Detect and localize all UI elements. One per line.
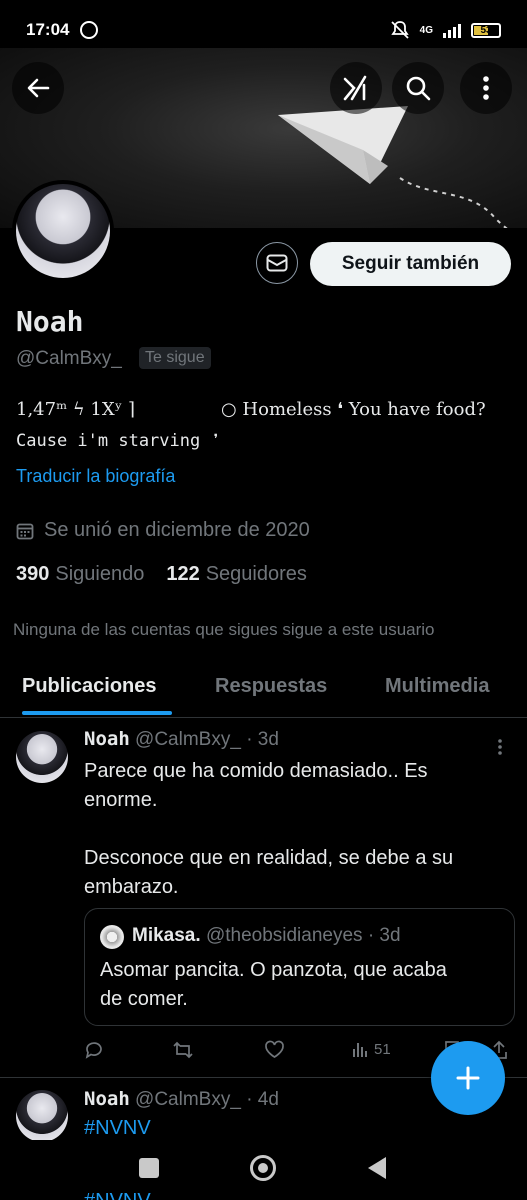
tweet-handle-time: @CalmBxy_ · 3d xyxy=(135,729,279,750)
message-button[interactable] xyxy=(256,242,298,284)
whatsapp-icon xyxy=(80,21,98,39)
repost-button[interactable] xyxy=(172,1040,194,1060)
tab-media[interactable]: Multimedia xyxy=(385,675,489,698)
quoted-text-line: de comer. xyxy=(100,988,188,1010)
following-link[interactable]: 390 Siguiendo xyxy=(16,563,144,586)
status-right: 4G 53 xyxy=(390,20,501,40)
bio-line-1b: ○ Homeless ❛ You have food? xyxy=(221,399,486,420)
profile-name: Noah xyxy=(16,305,84,338)
more-vertical-icon xyxy=(483,76,489,100)
views-count: 51 xyxy=(374,1040,391,1058)
more-vertical-icon xyxy=(498,739,502,755)
quoted-handle-time: @theobsidianeyes · 3d xyxy=(205,925,401,946)
search-button[interactable] xyxy=(392,62,444,114)
following-count: 390 xyxy=(16,563,50,585)
home-circle-icon[interactable] xyxy=(250,1155,276,1181)
translate-bio-link[interactable]: Traducir la biografía xyxy=(16,466,175,487)
arrow-left-icon xyxy=(27,78,50,98)
tweet-header: Noah @CalmBxy_ · 3d xyxy=(84,728,279,751)
peek-hashtag: #NVNV xyxy=(84,1190,151,1200)
more-options-button[interactable] xyxy=(460,62,512,114)
back-triangle-icon[interactable] xyxy=(368,1157,386,1179)
tweet-author-name[interactable]: Noah xyxy=(84,1088,130,1110)
battery-level: 53 xyxy=(480,24,492,36)
plus-icon xyxy=(456,1066,480,1090)
follow-counts: 390 Siguiendo 122 Seguidores xyxy=(16,563,307,586)
join-date: Se unió en diciembre de 2020 xyxy=(16,519,310,542)
network-type: 4G xyxy=(419,24,433,36)
quoted-avatar xyxy=(100,925,124,949)
tweet-hashtag[interactable]: #NVNV xyxy=(84,1114,504,1143)
analytics-icon xyxy=(353,1043,367,1057)
status-time: 17:04 xyxy=(26,20,70,39)
grok-button[interactable] xyxy=(330,62,382,114)
quoted-text: Asomar pancita. O panzota, que acaba de … xyxy=(100,956,500,1014)
reply-button[interactable] xyxy=(84,1040,104,1060)
following-label: Siguiendo xyxy=(55,563,145,585)
calendar-icon xyxy=(16,523,34,539)
profile-avatar[interactable] xyxy=(12,180,114,282)
bio-line-2: Cause i'm starving ❜ xyxy=(16,431,221,451)
quoted-author-name: Mikasa. xyxy=(132,925,201,946)
signal-icon xyxy=(443,22,461,38)
tweet-text-line: enorme. xyxy=(84,789,158,811)
system-nav-bar xyxy=(0,1140,527,1200)
tweet-text-line: Desconoce que en realidad, se debe a su xyxy=(84,847,454,869)
bio-line-1a: 1,47ᵐ ϟ 1Xʸ ⌉ xyxy=(16,399,136,420)
reply-icon xyxy=(85,1042,102,1059)
envelope-icon xyxy=(266,254,288,272)
tweet-author-name[interactable]: Noah xyxy=(84,728,130,750)
quoted-text-line: Asomar pancita. O panzota, que acaba xyxy=(100,959,447,981)
tab-replies[interactable]: Respuestas xyxy=(215,675,327,698)
tweet-text-line: embarazo. xyxy=(84,876,179,898)
avatar-image xyxy=(16,184,110,278)
followers-label: Seguidores xyxy=(205,563,307,585)
profile-tabs: Publicaciones Respuestas Multimedia xyxy=(0,660,527,718)
tab-posts[interactable]: Publicaciones xyxy=(22,675,157,698)
followers-link[interactable]: 122 Seguidores xyxy=(166,563,307,586)
quoted-header: Mikasa. @theobsidianeyes · 3d xyxy=(132,925,401,947)
follow-back-button[interactable]: Seguir también xyxy=(310,242,511,286)
no-mutual-followers: Ninguna de las cuentas que sigues sigue … xyxy=(13,620,435,639)
back-button[interactable] xyxy=(12,62,64,114)
grok-xai-icon xyxy=(343,75,367,101)
quoted-tweet[interactable]: Mikasa. @theobsidianeyes · 3d Asomar pan… xyxy=(84,908,515,1026)
tweet-text-line: Parece que ha comido demasiado.. Es xyxy=(84,760,428,782)
mute-bell-icon xyxy=(390,21,409,39)
recent-apps-icon[interactable] xyxy=(139,1158,159,1178)
heart-icon xyxy=(265,1040,284,1058)
tweet-handle-time: @CalmBxy_ · 4d xyxy=(135,1089,279,1110)
status-bar: 17:04 4G 53 xyxy=(0,0,527,48)
active-tab-indicator xyxy=(22,711,172,715)
followers-count: 122 xyxy=(166,563,200,585)
profile-handle: @CalmBxy_ xyxy=(16,348,122,369)
tweet-text: Parece que ha comido demasiado.. Es enor… xyxy=(84,757,504,902)
views-button[interactable]: 51 xyxy=(352,1040,391,1058)
tweet-header: Noah @CalmBxy_ · 4d xyxy=(84,1088,279,1111)
tweet-more-button[interactable] xyxy=(497,738,503,756)
tweet-avatar[interactable] xyxy=(16,1090,68,1142)
battery-icon: 53 xyxy=(471,22,501,38)
search-icon xyxy=(406,76,431,101)
tweet-avatar[interactable] xyxy=(16,731,68,783)
repost-icon xyxy=(173,1041,193,1059)
compose-button[interactable] xyxy=(431,1041,505,1115)
follows-you-badge: Te sigue xyxy=(139,347,211,369)
like-button[interactable] xyxy=(264,1040,285,1060)
join-date-text: Se unió en diciembre de 2020 xyxy=(44,519,310,541)
